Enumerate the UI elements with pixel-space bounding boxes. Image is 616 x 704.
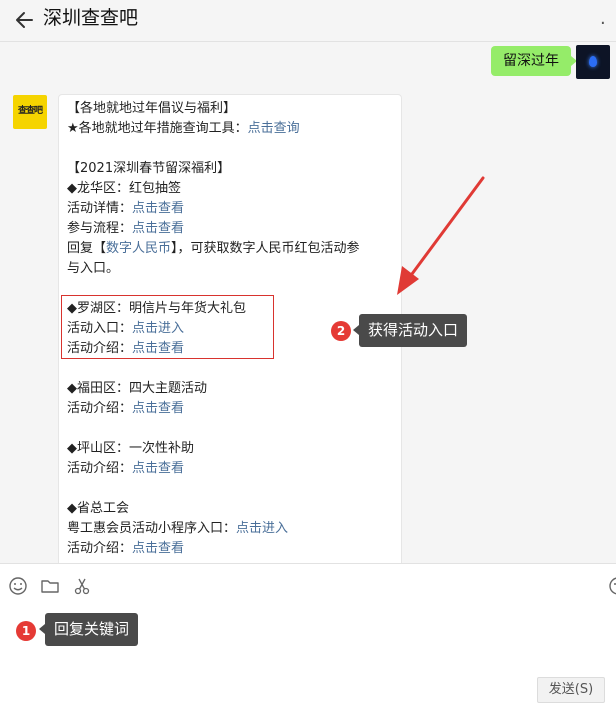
chat-title: 深圳查查吧	[43, 7, 139, 29]
emoji-icon[interactable]	[8, 576, 28, 596]
message-text: 活动介绍：	[67, 541, 133, 556]
message-line: 【2021深圳春节留深福利】	[67, 160, 230, 178]
message-link[interactable]: 点击查看	[132, 541, 184, 556]
message-line: 活动介绍：点击查看	[67, 540, 184, 558]
my-avatar[interactable]	[576, 45, 610, 79]
bot-avatar[interactable]: 查查吧	[13, 95, 47, 129]
highlight-box-luohu	[61, 295, 274, 359]
scissors-icon[interactable]	[72, 576, 92, 596]
back-arrow-icon[interactable]	[12, 7, 38, 33]
message-link[interactable]: 数字人民币	[106, 241, 171, 256]
emoji-icon[interactable]	[608, 576, 616, 596]
message-text: 与入口。	[67, 261, 120, 276]
message-text: 活动介绍：	[67, 461, 133, 476]
step-2-label: 获得活动入口	[352, 314, 468, 347]
message-text: ◆坪山区：一次性补助	[67, 441, 194, 456]
message-link[interactable]: 点击查看	[132, 401, 184, 416]
step-1-badge: 1	[16, 621, 36, 641]
message-line: ◆省总工会	[67, 500, 129, 518]
message-line: 与入口。	[67, 260, 119, 278]
step-2-badge: 2	[331, 321, 351, 341]
message-link[interactable]: 点击查看	[132, 461, 184, 476]
step-1-label: 回复关键词	[38, 613, 139, 646]
bot-avatar-logo: 查查吧	[17, 106, 43, 116]
message-link[interactable]: 点击查看	[132, 221, 184, 236]
message-text: 粤工惠会员活动小程序入口：	[67, 521, 237, 536]
message-input-area[interactable]: 1 回复关键词 发送(S)	[0, 563, 616, 704]
message-line: 【各地就地过年倡议与福利】	[67, 100, 236, 118]
message-text: ◆龙华区：红包抽签	[67, 181, 181, 196]
folder-icon[interactable]	[40, 576, 60, 596]
message-text: ★各地就地过年措施查询工具：	[67, 121, 248, 136]
arrow-line	[407, 176, 485, 280]
message-text: ◆福田区：四大主题活动	[67, 381, 207, 396]
message-line: 回复【数字人民币】，可获取数字人民币红包活动参	[67, 240, 360, 258]
message-line: ◆龙华区：红包抽签	[67, 180, 181, 198]
message-link[interactable]: 点击查询	[248, 121, 300, 136]
message-line: 活动详情：点击查看	[67, 200, 184, 218]
chat-history[interactable]: 留深过年 查查吧 【各地就地过年倡议与福利】 ★各地就地过年措施查询工具：点击查询…	[0, 42, 616, 563]
message-text: 【2021深圳春节留深福利】	[67, 161, 231, 176]
my-message-bubble: 留深过年	[491, 46, 577, 76]
message-line: 活动介绍：点击查看	[67, 460, 184, 478]
message-text: 回复【	[67, 241, 107, 256]
send-button[interactable]: 发送(S)	[537, 677, 605, 703]
message-text: 活动详情：	[67, 201, 133, 216]
message-link[interactable]: 点击查看	[132, 201, 184, 216]
chat-header: 深圳查查吧 .	[0, 0, 616, 42]
message-line: ◆福田区：四大主题活动	[67, 380, 207, 398]
message-text: 】，可获取数字人民币红包活动参	[171, 241, 360, 256]
message-text: 参与流程：	[67, 221, 133, 236]
more-options-icon[interactable]: .	[600, 8, 607, 29]
message-link[interactable]: 点击进入	[236, 521, 288, 536]
message-line: 粤工惠会员活动小程序入口：点击进入	[67, 520, 288, 538]
message-text: 活动介绍：	[67, 401, 133, 416]
message-text: 【各地就地过年倡议与福利】	[67, 101, 237, 116]
message-line: 活动介绍：点击查看	[67, 400, 184, 418]
message-line: 参与流程：点击查看	[67, 220, 184, 238]
message-text: ◆省总工会	[67, 501, 129, 516]
water-drop-icon	[589, 56, 597, 67]
message-line: ◆坪山区：一次性补助	[67, 440, 194, 458]
message-line: ★各地就地过年措施查询工具：点击查询	[67, 120, 300, 138]
